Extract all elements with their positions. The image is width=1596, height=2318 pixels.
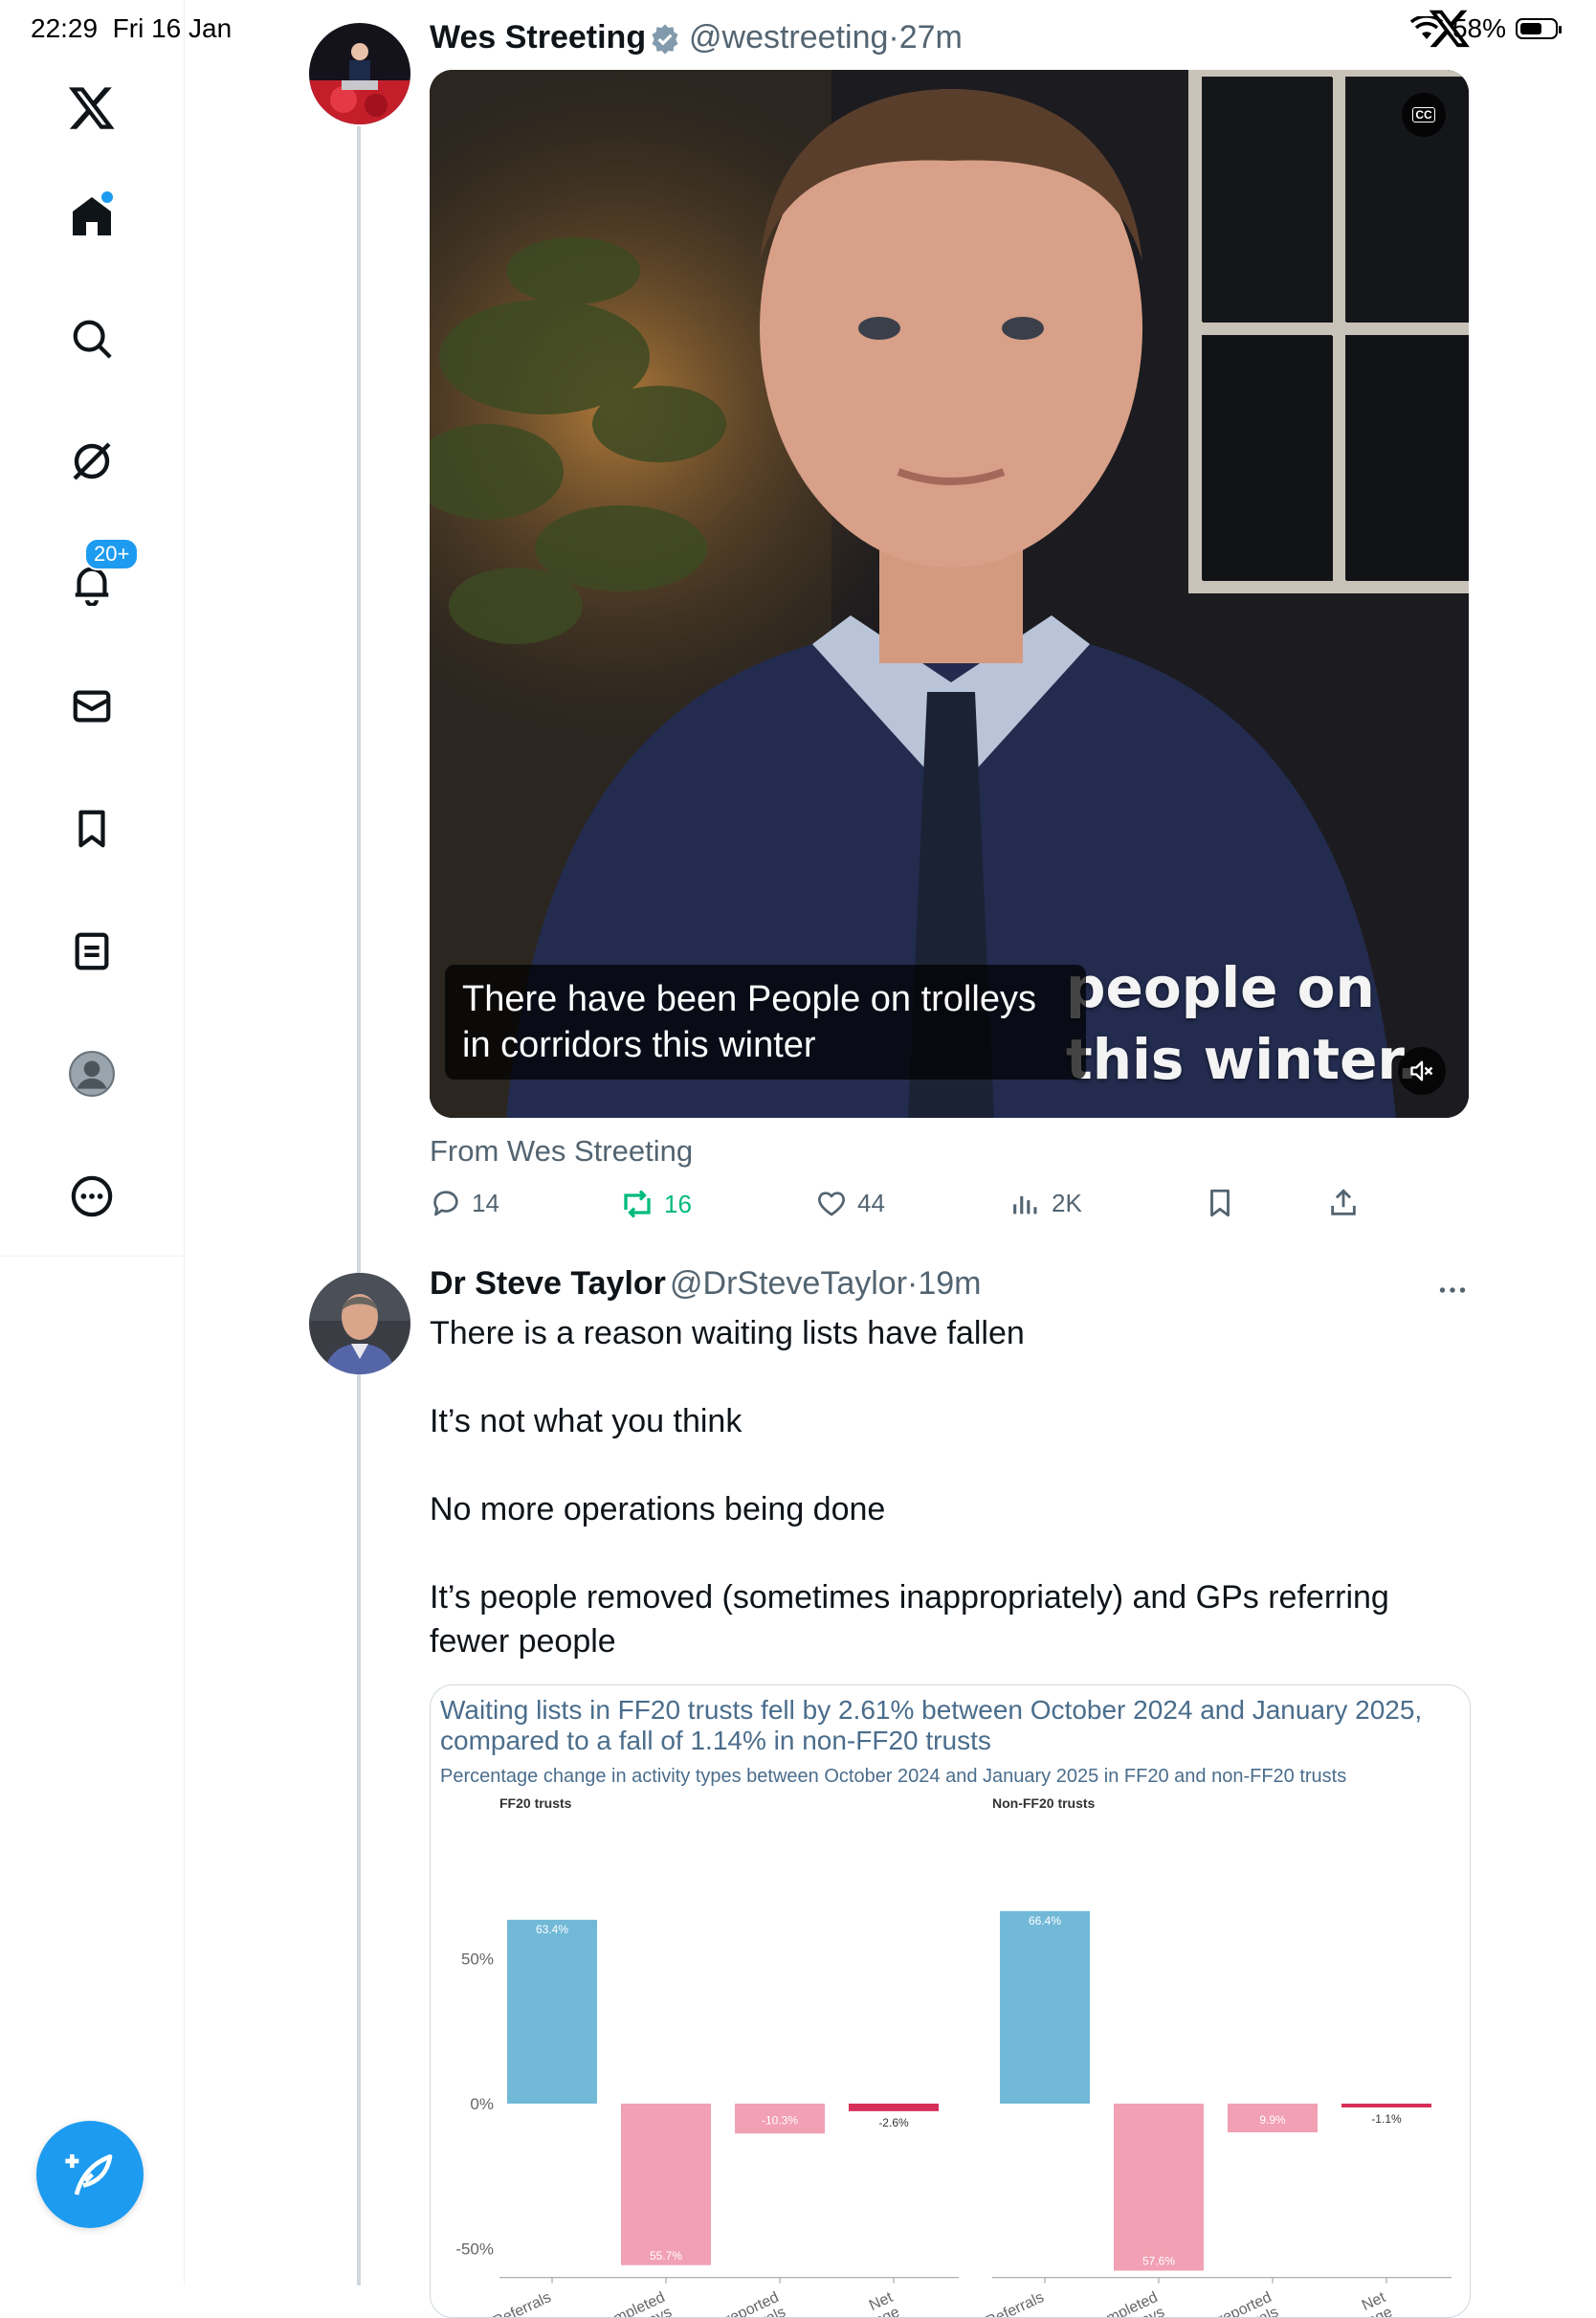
home-icon[interactable] — [65, 189, 119, 243]
author-meta: @DrSteveTaylor·19m — [670, 1265, 982, 1302]
data-label: 57.6% — [1142, 2255, 1175, 2268]
tweet-time[interactable]: 27m — [899, 19, 963, 56]
reply-count: 14 — [472, 1188, 499, 1217]
bar — [621, 2104, 711, 2265]
steve-taylor-avatar[interactable] — [309, 1273, 410, 1374]
bar-chart: 50% 0% -50% FF20 trusts 63.4% Referrals 55.7% C… — [455, 1795, 1452, 2317]
video-player[interactable]: CC people on this winter. There have bee… — [430, 70, 1469, 1118]
compose-button[interactable] — [36, 2121, 144, 2228]
x-tick-label: Netchange — [843, 2289, 902, 2317]
profile-avatar-icon[interactable] — [65, 1047, 119, 1101]
caption-line2: in corridors this winter — [462, 1025, 816, 1065]
bar — [1114, 2104, 1204, 2271]
thread-connector — [357, 126, 361, 2285]
bell-icon[interactable]: 20+ — [65, 538, 140, 611]
views-button[interactable]: 2K — [1009, 1187, 1082, 1219]
reply-button[interactable]: 14 — [430, 1187, 499, 1219]
author-handle[interactable]: @DrSteveTaylor — [670, 1265, 907, 1302]
notifications-badge: 20+ — [84, 538, 140, 570]
verified-badge-icon — [652, 24, 678, 55]
bar — [507, 1919, 597, 2104]
cc-icon: CC — [1412, 107, 1435, 123]
panel-title: Non-FF20 trusts — [992, 1795, 1096, 1811]
data-label: 9.9% — [1259, 2113, 1286, 2127]
x-tick-label: Completedpathways — [593, 2289, 674, 2317]
battery-icon — [1516, 18, 1562, 39]
data-label: -1.1% — [1371, 2112, 1402, 2126]
sidebar: 20+ — [0, 0, 185, 2285]
like-button[interactable]: 44 — [815, 1187, 885, 1219]
repost-button[interactable]: 16 — [620, 1187, 692, 1221]
tweet-paragraph: It’s not what you think — [430, 1403, 743, 1439]
x-logo-icon[interactable] — [65, 80, 119, 134]
burned-caption-line1: people on — [1066, 955, 1375, 1020]
video-source-attribution[interactable]: From Wes Streeting — [430, 1134, 693, 1169]
home-unread-dot — [101, 191, 113, 203]
wes-streeting-avatar[interactable] — [309, 23, 410, 124]
captions-button[interactable]: CC — [1402, 93, 1446, 137]
data-label: 55.7% — [650, 2249, 682, 2262]
bar — [1000, 1910, 1090, 2104]
view-count: 2K — [1052, 1188, 1082, 1217]
bar — [1341, 2104, 1431, 2107]
repost-count: 16 — [664, 1189, 692, 1218]
tweet-time[interactable]: 19m — [918, 1265, 981, 1302]
more-circle-icon[interactable] — [65, 1170, 119, 1223]
caption-line1: There have been People on trolleys — [462, 979, 1036, 1019]
list-icon[interactable] — [65, 925, 119, 978]
grok-icon[interactable] — [65, 435, 119, 488]
tweet-paragraph: No more operations being done — [430, 1491, 886, 1527]
data-label: 63.4% — [536, 1923, 568, 1936]
bookmark-button[interactable] — [1204, 1187, 1236, 1219]
chart-title: Waiting lists in FF20 trusts fell by 2.6… — [440, 1695, 1423, 1755]
search-icon[interactable] — [65, 312, 119, 366]
more-options-icon[interactable] — [1435, 1273, 1470, 1307]
speaker-muted-icon — [1410, 1060, 1433, 1081]
author-name[interactable]: Dr Steve Taylor — [430, 1265, 666, 1303]
data-label: -10.3% — [762, 2114, 798, 2128]
video-caption: There have been People on trolleys in co… — [445, 965, 1086, 1080]
tweet-body: There is a reason waiting lists have fal… — [430, 1311, 1463, 1707]
x-tick-label: Referrals — [491, 2289, 554, 2317]
data-label: -2.6% — [878, 2116, 909, 2129]
tweet-paragraph: It’s people removed (sometimes inappropr… — [430, 1579, 1389, 1660]
panel-title: FF20 trusts — [499, 1795, 572, 1811]
share-button[interactable] — [1327, 1187, 1360, 1219]
x-tick-label: Unreportedremovals — [705, 2289, 788, 2317]
bookmark-icon — [1210, 1189, 1230, 1217]
x-overlay-icon — [1429, 10, 1470, 48]
share-icon — [1331, 1189, 1356, 1215]
x-tick-label: Referrals — [984, 2289, 1047, 2317]
envelope-icon[interactable] — [65, 680, 119, 733]
bar — [849, 2104, 939, 2111]
repost-icon — [624, 1190, 651, 1218]
sidebar-divider — [0, 1256, 184, 1257]
x-tick-label: Completedpathways — [1086, 2289, 1166, 2317]
heart-icon — [818, 1192, 845, 1216]
data-label: 66.4% — [1029, 1914, 1061, 1928]
author-handle[interactable]: @westreeting — [689, 19, 888, 56]
tweet-paragraph: There is a reason waiting lists have fal… — [430, 1315, 1025, 1351]
reply-icon — [433, 1191, 458, 1216]
author-meta: @westreeting·27m — [689, 19, 963, 56]
x-tick-label: Netchange — [1336, 2289, 1395, 2317]
author-name[interactable]: Wes Streeting — [430, 19, 646, 56]
y-tick-label: 50% — [461, 1950, 494, 1969]
bookmark-icon[interactable] — [65, 802, 119, 856]
like-count: 44 — [857, 1188, 885, 1217]
chart-image-card[interactable]: Waiting lists in FF20 trusts fell by 2.6… — [430, 1684, 1471, 2318]
x-tick-label: Unreportedremovals — [1198, 2289, 1281, 2317]
burned-caption-line2: this winter. — [1066, 1027, 1418, 1092]
y-tick-label: 0% — [470, 2095, 494, 2113]
mute-button[interactable] — [1398, 1047, 1446, 1095]
compose-icon — [65, 2154, 113, 2195]
views-chart-icon — [1013, 1195, 1037, 1215]
y-tick-label: -50% — [455, 2240, 494, 2259]
